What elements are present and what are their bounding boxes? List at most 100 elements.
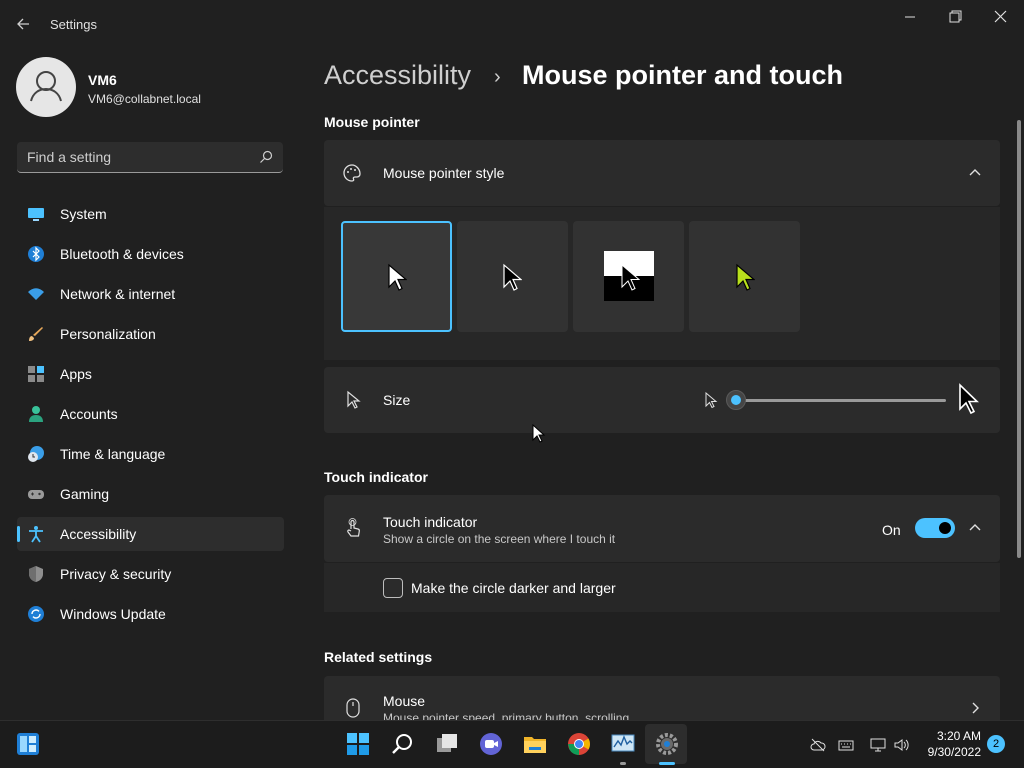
related-mouse-row[interactable]: Mouse Mouse pointer speed, primary butto…: [324, 676, 1000, 720]
back-button[interactable]: [14, 14, 34, 34]
pointer-icon: [347, 390, 361, 409]
mouse-pointer-style-header[interactable]: Mouse pointer style: [324, 140, 1000, 206]
palette-icon: [343, 164, 361, 182]
custom-cursor-icon: [736, 263, 755, 291]
clock-globe-icon: [28, 446, 44, 462]
keyboard-icon[interactable]: [838, 737, 854, 753]
selection-indicator: [17, 526, 20, 542]
cloud-offline-icon[interactable]: [810, 737, 826, 753]
sidebar-item-label: Bluetooth & devices: [60, 246, 184, 262]
active-indicator: [659, 762, 675, 765]
mouse-icon: [346, 698, 360, 718]
chevron-up-icon[interactable]: [965, 163, 985, 183]
settings-icon[interactable]: [655, 732, 679, 756]
running-indicator: [620, 762, 626, 765]
scrollbar[interactable]: [1017, 120, 1021, 558]
sidebar-item-label: Accessibility: [60, 526, 137, 542]
sidebar-item-gaming[interactable]: Gaming: [17, 477, 284, 511]
sidebar-item-system[interactable]: System: [17, 197, 284, 231]
pointer-style-white[interactable]: [341, 221, 452, 332]
pointer-size-slider-thumb[interactable]: [726, 390, 746, 410]
related-mouse-description: Mouse pointer speed, primary button, scr…: [383, 711, 630, 720]
sidebar-item-windows-update[interactable]: Windows Update: [17, 597, 284, 631]
sidebar-item-label: Gaming: [60, 486, 110, 502]
related-mouse-title: Mouse: [383, 693, 426, 709]
chevron-right-icon: [972, 702, 979, 714]
arrow-left-icon: [17, 18, 29, 30]
darker-larger-checkbox[interactable]: [383, 578, 403, 598]
system-icon: [28, 208, 44, 221]
pointer-style-custom[interactable]: [689, 221, 800, 332]
inverted-cursor-icon: [621, 263, 640, 291]
sidebar-item-label: Accounts: [60, 406, 118, 422]
chevron-up-icon[interactable]: [965, 518, 985, 538]
sidebar-item-privacy[interactable]: Privacy & security: [17, 557, 284, 591]
user-email: VM6@collabnet.local: [88, 92, 201, 106]
touch-indicator-description: Show a circle on the screen where I touc…: [383, 532, 616, 546]
breadcrumb-parent[interactable]: Accessibility: [324, 60, 471, 91]
sidebar-item-label: Time & language: [60, 446, 166, 462]
search-input[interactable]: Find a setting: [27, 149, 111, 165]
sidebar-item-label: Network & internet: [60, 286, 176, 302]
shield-icon: [29, 566, 43, 582]
update-icon: [28, 606, 44, 622]
search-icon[interactable]: [391, 732, 415, 756]
sidebar-item-accounts[interactable]: Accounts: [17, 397, 284, 431]
close-button[interactable]: [985, 6, 1015, 28]
pointer-style-inverted[interactable]: [573, 221, 684, 332]
clock-time[interactable]: 3:20 AM: [937, 729, 981, 743]
darker-larger-label: Make the circle darker and larger: [411, 580, 616, 596]
pointer-style-black[interactable]: [457, 221, 568, 332]
apps-icon: [28, 366, 44, 382]
notification-badge[interactable]: 2: [987, 735, 1005, 753]
page-title: Mouse pointer and touch: [522, 60, 843, 90]
section-heading-touch-indicator: Touch indicator: [324, 469, 428, 485]
user-icon: [30, 71, 62, 102]
brush-icon: [29, 327, 43, 341]
touch-indicator-title: Touch indicator: [383, 514, 478, 530]
section-heading-related-settings: Related settings: [324, 649, 433, 665]
minimize-icon: [905, 16, 915, 18]
accounts-icon: [29, 406, 43, 422]
start-icon[interactable]: [346, 732, 370, 756]
breadcrumb-separator: ›: [494, 66, 501, 88]
restore-button[interactable]: [940, 6, 970, 28]
title-bar: Settings: [0, 0, 1024, 48]
performance-monitor-icon[interactable]: [611, 732, 635, 756]
sidebar-item-time-language[interactable]: Time & language: [17, 437, 284, 471]
minimize-button[interactable]: [895, 6, 925, 28]
bluetooth-icon: [28, 246, 44, 262]
file-explorer-icon[interactable]: [523, 732, 547, 756]
toggle-state-label: On: [882, 522, 901, 538]
restore-icon: [949, 10, 962, 23]
task-view-icon[interactable]: [435, 732, 459, 756]
sidebar-item-label: Windows Update: [60, 606, 166, 622]
avatar[interactable]: [16, 57, 76, 117]
touch-indicator-toggle[interactable]: [915, 518, 955, 538]
sidebar-item-accessibility[interactable]: Accessibility: [17, 517, 284, 551]
wifi-icon: [28, 288, 44, 300]
sidebar-item-bluetooth[interactable]: Bluetooth & devices: [17, 237, 284, 271]
chat-icon[interactable]: [479, 732, 503, 756]
search-box[interactable]: Find a setting: [17, 142, 283, 173]
widgets-icon[interactable]: [16, 732, 40, 756]
large-pointer-icon: [959, 383, 979, 415]
clock-date[interactable]: 9/30/2022: [928, 745, 981, 759]
sidebar-item-label: System: [60, 206, 107, 222]
network-icon[interactable]: [870, 737, 886, 753]
user-name: VM6: [88, 72, 117, 88]
touch-hand-icon: [347, 518, 360, 537]
gamepad-icon: [28, 490, 44, 499]
pointer-size-slider-track[interactable]: [736, 399, 946, 402]
sidebar-item-apps[interactable]: Apps: [17, 357, 284, 391]
small-pointer-icon: [705, 392, 718, 409]
sidebar-item-network[interactable]: Network & internet: [17, 277, 284, 311]
sidebar-item-personalization[interactable]: Personalization: [17, 317, 284, 351]
volume-icon[interactable]: [893, 737, 909, 753]
chrome-icon[interactable]: [567, 732, 591, 756]
touch-indicator-header[interactable]: Touch indicator Show a circle on the scr…: [324, 495, 1000, 562]
mouse-pointer-style-label: Mouse pointer style: [383, 165, 505, 181]
sidebar-item-label: Apps: [60, 366, 92, 382]
search-icon: [260, 150, 273, 163]
section-heading-mouse-pointer: Mouse pointer: [324, 114, 420, 130]
